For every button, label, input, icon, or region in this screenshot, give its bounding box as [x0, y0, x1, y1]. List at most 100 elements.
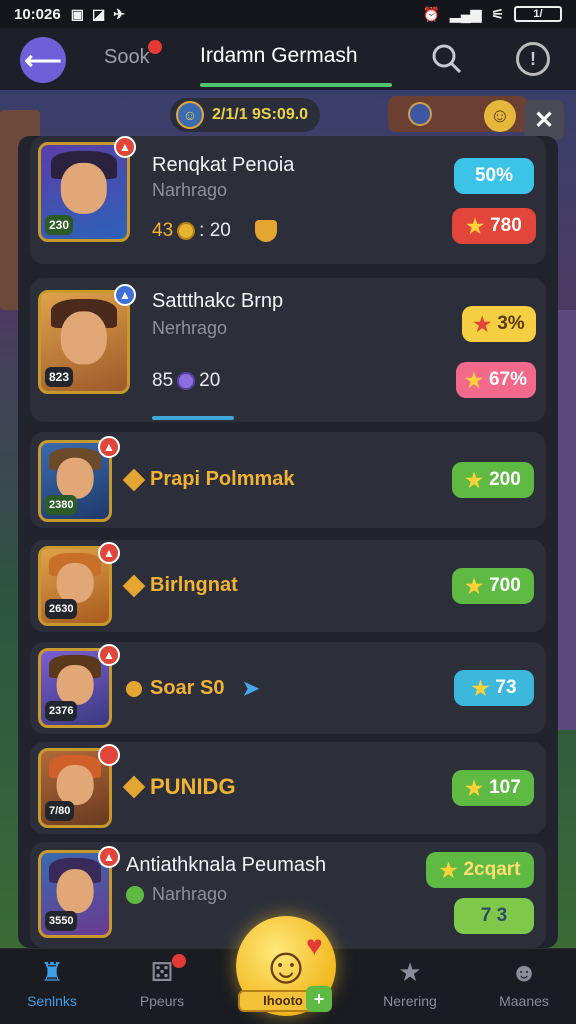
arrow-left-icon: ⟵ — [24, 44, 62, 75]
player-avatar-icon: ☺ — [176, 101, 204, 129]
star-icon: ★ — [465, 575, 484, 598]
list-item[interactable]: 823 ▲ Sattthakc Brnp Nerhrago 85 20 ★ 3% … — [30, 278, 546, 422]
rank-up-badge: ▲ — [98, 436, 120, 458]
portrait-tag: 230 — [45, 215, 74, 235]
rank-up-badge: ▲ — [98, 846, 120, 868]
hero-class: Narhrago — [126, 884, 227, 905]
nav-label: Senlnks — [27, 993, 77, 1009]
hero-name-text: Prapi Polmmak — [150, 468, 295, 490]
currency-bar: ☺ 2/1/1 9S:09.0 — [170, 98, 320, 132]
portrait-tag-text: 3550 — [49, 915, 74, 927]
status-bar: 10:026 ▣ ◪ ✈ ⏰ ▂▄▆ ⚟ 1/ — [0, 0, 576, 28]
percent-pill[interactable]: ★ 3% — [462, 306, 536, 342]
portrait-tag: 7/80 — [45, 801, 75, 821]
star-icon: ★ — [465, 777, 484, 800]
list-item[interactable]: 2376 ▲ Soar S0 ➤ ★ 73 — [30, 642, 546, 734]
list-item[interactable]: 230 ▲ Renqkat Penoia Narhrago 43 : 20 50… — [30, 136, 546, 264]
notification-badge — [172, 954, 186, 968]
search-icon — [432, 44, 462, 74]
level-pill[interactable]: 7 3 — [454, 898, 534, 934]
gold-gem-icon — [122, 574, 146, 597]
nav-item-maanes[interactable]: ☻ Maanes — [484, 957, 564, 1009]
close-button[interactable]: ✕ — [524, 100, 564, 140]
gold-gem-icon — [126, 680, 142, 697]
gold-gem-icon — [122, 775, 146, 799]
hero-name-text: Soar S0 — [150, 677, 225, 699]
list-item[interactable]: 2380 ▲ Prapi Polmmak ★ 200 — [30, 432, 546, 528]
heart-icon: ♥ — [306, 930, 323, 961]
portrait-tag: 2376 — [45, 701, 78, 721]
back-button[interactable]: ⟵ — [20, 37, 66, 83]
score-pill[interactable]: ★ 2cqart — [426, 852, 534, 888]
hero-class: Nerhrago — [152, 318, 228, 338]
portrait-tag-text: 230 — [49, 218, 70, 232]
score-pill[interactable]: ★ 107 — [452, 770, 534, 806]
stat-rest: : 20 — [199, 220, 231, 241]
info-icon: ! — [530, 48, 536, 69]
rank-up-badge — [98, 744, 120, 766]
hero-name: Prapi Polmmak — [122, 468, 295, 491]
portrait-tag-text: 2380 — [49, 499, 74, 511]
info-button[interactable]: ! — [516, 42, 550, 76]
hero-name: Antiathknala Peumash — [126, 854, 327, 876]
nav-label: Nerering — [383, 993, 437, 1009]
leaderboard-panel: 230 ▲ Renqkat Penoia Narhrago 43 : 20 50… — [18, 136, 558, 948]
tab-active[interactable]: Irdamn Germash — [200, 44, 358, 68]
rank-up-badge: ▲ — [98, 644, 120, 666]
hero-name: Soar S0 ➤ — [126, 676, 259, 701]
percent-pill[interactable]: 50% — [454, 158, 534, 194]
wifi-icon: ⚟ — [491, 5, 504, 22]
notification-badge — [147, 40, 162, 54]
nav-item-senlnks[interactable]: ♜ Senlnks — [12, 957, 92, 1009]
portrait-tag: 2630 — [45, 599, 78, 619]
pill-bottom-text: 67% — [488, 369, 527, 390]
top-nav: ⟵ Sook Irdamn Germash ! — [0, 28, 576, 90]
score-pill[interactable]: ★ 73 — [454, 670, 534, 706]
search-button[interactable] — [430, 42, 464, 76]
tab-sook-label: Sook — [104, 46, 150, 68]
currency-value: 2/1/1 9S:09.0 — [212, 106, 309, 123]
pill-top-text: 3% — [497, 313, 525, 334]
hero-name-text: PUNIDG — [150, 774, 236, 799]
hero-name: Birlngnat — [122, 574, 238, 597]
portrait-tag: 3550 — [45, 911, 78, 931]
pill-bottom-text: 780 — [490, 215, 522, 236]
stat-value: 85 — [152, 370, 174, 391]
star-icon: ★ — [439, 859, 458, 882]
star-icon: ★ — [473, 313, 492, 336]
pill-top-text: 2cqart — [463, 859, 521, 880]
list-item[interactable]: 2630 ▲ Birlngnat ★ 700 — [30, 540, 546, 632]
nav-item-ppeurs[interactable]: ⚄ Ppeurs — [122, 957, 202, 1009]
hero-class: Narhrago — [152, 180, 228, 200]
score-pill[interactable]: ★ 700 — [452, 568, 534, 604]
gallery-icon: ▣ — [70, 5, 84, 22]
status-time: 10:026 — [14, 5, 61, 23]
tab-active-underline — [200, 83, 392, 87]
guild-icon[interactable] — [408, 102, 432, 126]
score-pill[interactable]: ★ 67% — [456, 362, 536, 398]
rank-up-badge: ▲ — [114, 284, 136, 306]
tab-active-label: Irdamn Germash — [200, 44, 358, 67]
nfc-icon: ◪ — [91, 5, 106, 22]
star-icon: ★ — [465, 469, 484, 492]
tab-sook[interactable]: Sook — [104, 40, 162, 69]
nav-item-nerering[interactable]: ★ Nerering — [370, 957, 450, 1009]
rank-up-badge: ▲ — [114, 136, 136, 158]
hero-portrait: 230 — [38, 142, 130, 242]
hero-portrait: 823 — [38, 290, 130, 394]
pill-text: 200 — [489, 469, 521, 490]
close-icon: ✕ — [533, 106, 555, 134]
hero-stats: 43 : 20 — [152, 220, 277, 242]
plus-icon[interactable]: + — [306, 986, 332, 1012]
hero-name: Renqkat Penoia — [152, 154, 295, 176]
hero-class-text: Narhrago — [152, 884, 228, 904]
list-item[interactable]: 7/80 PUNIDG ★ 107 — [30, 742, 546, 834]
nav-label: Ppeurs — [139, 993, 185, 1009]
pill-text: 73 — [495, 677, 517, 698]
emoji-icon[interactable]: ☺ — [484, 100, 516, 132]
star-icon: ★ — [466, 215, 485, 238]
score-pill[interactable]: ★ 780 — [452, 208, 536, 244]
stat-rest: 20 — [199, 370, 221, 391]
score-pill[interactable]: ★ 200 — [452, 462, 534, 498]
signal-icon: ▂▄▆ — [449, 5, 482, 22]
